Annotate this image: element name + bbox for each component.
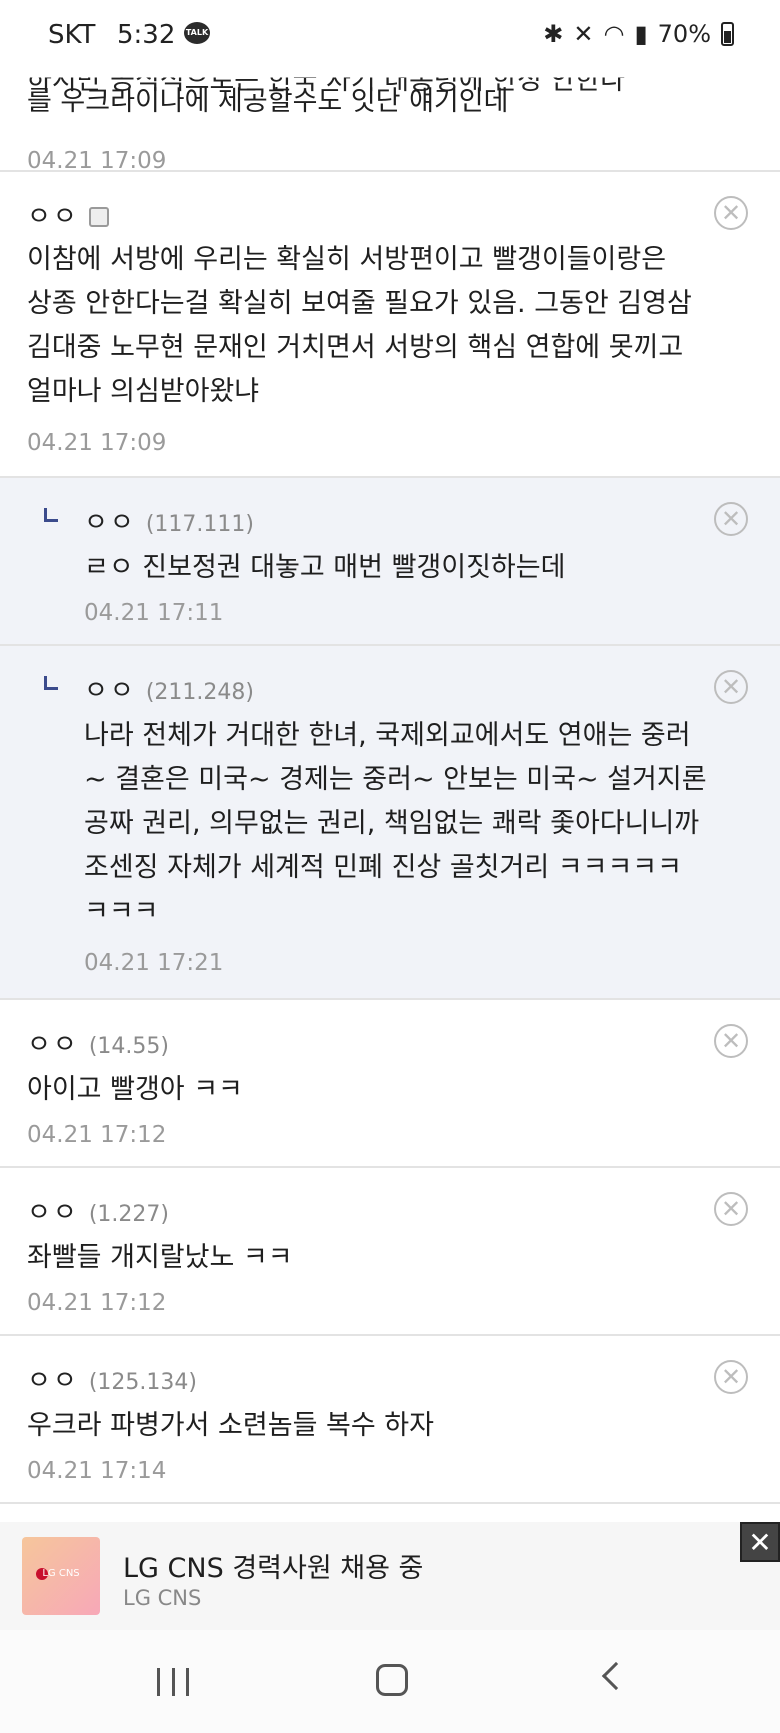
battery-icon [721,22,734,46]
comment-author[interactable]: ㅇㅇ [27,1024,79,1061]
home-button[interactable] [376,1664,408,1696]
recent-apps-icon [171,1668,175,1696]
recent-apps-button[interactable] [157,1668,189,1696]
comment-text: ㄹㅇ 진보정권 대놓고 매번 빨갱이짓하는데 [84,546,565,590]
comment-line: 우크라 파병가서 소련놈들 복수 하자 [27,1410,434,1441]
system-nav-bar [0,1630,780,1733]
delete-comment-button[interactable]: ✕ [714,1192,748,1226]
comment-line: 조센징 자체가 세계적 민폐 진상 골칫거리 ㅋㅋㅋㅋㅋ [84,852,682,883]
comment-header: ㅇㅇ (117.111) [84,502,254,539]
comment-header: ㅇㅇ (14.55) [27,1024,169,1061]
comment-line: 얼마나 의심받아왔냐 [27,376,260,407]
comment-text: 우크라 파병가서 소련놈들 복수 하자 [27,1404,434,1448]
reply-arrow-icon [44,676,58,690]
comment-author[interactable]: ㅇㅇ [27,196,79,233]
comment-time: 04.21 17:11 [84,600,224,626]
comment-author[interactable]: ㅇㅇ [84,670,136,707]
back-button[interactable] [601,1661,631,1691]
system-icons: ✱ ✕ ◠ ▮ 70% [543,20,734,48]
ad-banner[interactable]: LG CNS LG CNS 경력사원 채용 중 LG CNS ✕ [0,1522,780,1630]
comment-ip: (117.111) [145,512,254,537]
comment-line: 나라 전체가 거대한 한녀, 국제외교에서도 연애는 중러 [84,720,691,751]
comment-time: 04.21 17:12 [27,1122,167,1148]
delete-comment-button[interactable]: ✕ [714,670,748,704]
ad-title[interactable]: LG CNS 경력사원 채용 중 [123,1546,423,1585]
comment-author[interactable]: ㅇㅇ [84,502,136,539]
ad-advertiser: LG CNS [123,1586,202,1610]
delete-comment-button[interactable]: ✕ [714,1024,748,1058]
reply-item: ㅇㅇ (211.248) ✕ 나라 전체가 거대한 한녀, 국제외교에서도 연애… [0,646,780,1000]
kakaotalk-notification-icon: TALK [184,22,210,44]
comment-line: 좌빨들 개지랄났노 ㅋㅋ [27,1242,293,1273]
comment-author[interactable]: ㅇㅇ [27,1192,79,1229]
comment-line: 상종 안한다는걸 확실히 보여줄 필요가 있음. 그동안 김영삼 [27,288,692,319]
ad-logo-text: LG CNS [42,1568,80,1579]
comment-text: 이참에 서방에 우리는 확실히 서방편이고 빨갱이들이랑은 상종 안한다는걸 확… [27,238,692,414]
comment-ip: (14.55) [88,1034,169,1059]
recent-apps-icon [186,1668,189,1696]
delete-comment-button[interactable]: ✕ [714,196,748,230]
comment-header: ㅇㅇ [27,196,109,233]
comment-item: ㅇㅇ (1.227) ✕ 좌빨들 개지랄났노 ㅋㅋ 04.21 17:12 [0,1168,780,1336]
signal-icon: ▮ [634,20,648,48]
comment-text: 아이고 빨갱아 ㅋㅋ [27,1068,243,1112]
comment-line: ㅋㅋㅋ [84,896,159,927]
comment-line: ~ 결혼은 미국~ 경제는 중러~ 안보는 미국~ 설거지론 [84,764,707,795]
status-bar: SKT 5:32 TALK ✱ ✕ ◠ ▮ 70% [0,0,780,66]
comment-line: 이참에 서방에 우리는 확실히 서방편이고 빨갱이들이랑은 [27,244,667,275]
comment-author[interactable]: ㅇㅇ [27,1360,79,1397]
ad-thumbnail[interactable]: LG CNS [22,1537,100,1615]
clock: 5:32 [117,20,176,50]
comment-item: ㅇㅇ ✕ 이참에 서방에 우리는 확실히 서방편이고 빨갱이들이랑은 상종 안한… [0,172,780,478]
comment-ip: (125.134) [88,1370,197,1395]
comment-line: ㄹㅇ 진보정권 대놓고 매번 빨갱이짓하는데 [84,552,566,583]
comment-line: 아이고 빨갱아 ㅋㅋ [27,1074,243,1105]
mute-icon: ✕ [573,20,594,48]
comment-header: ㅇㅇ (125.134) [27,1360,197,1397]
comment-header: ㅇㅇ (211.248) [84,670,254,707]
comment-time: 04.21 17:09 [27,148,167,174]
comment-header: ㅇㅇ (1.227) [27,1192,169,1229]
comment-item: ㅇㅇ (14.55) ✕ 아이고 빨갱아 ㅋㅋ 04.21 17:12 [0,1000,780,1168]
comment-text: 를 우크라이나에 제공할수도 잇단 얘기인데 [27,86,509,117]
wifi-icon: ◠ [603,20,625,48]
comment-time: 04.21 17:14 [27,1458,167,1484]
comment-text: 좌빨들 개지랄났노 ㅋㅋ [27,1236,293,1280]
carrier-label: SKT [48,20,96,50]
comment-ip: (1.227) [88,1202,169,1227]
comment-item: ㅇㅇ (125.134) ✕ 우크라 파병가서 소련놈들 복수 하자 04.21… [0,1336,780,1504]
comment-time: 04.21 17:09 [27,430,167,456]
comment-time: 04.21 17:21 [84,950,224,976]
memo-icon [88,207,109,227]
battery-percent: 70% [657,20,711,48]
comment-line: 김대중 노무현 문재인 거치면서 서방의 핵심 연합에 못끼고 [27,332,684,363]
comment-text: 나라 전체가 거대한 한녀, 국제외교에서도 연애는 중러 ~ 결혼은 미국~ … [84,714,707,934]
reply-arrow-icon [44,508,58,522]
recent-apps-icon [157,1668,160,1696]
comment-ip: (211.248) [145,680,254,705]
comment-line: 공짜 권리, 의무없는 권리, 책임없는 쾌락 좇아다니니까 [84,808,700,839]
reply-item: ㅇㅇ (117.111) ✕ ㄹㅇ 진보정권 대놓고 매번 빨갱이짓하는데 04… [0,478,780,646]
bluetooth-icon: ✱ [543,20,564,48]
delete-comment-button[interactable]: ✕ [714,1360,748,1394]
comment-time: 04.21 17:12 [27,1290,167,1316]
delete-comment-button[interactable]: ✕ [714,502,748,536]
ad-close-button[interactable]: ✕ [740,1522,780,1562]
